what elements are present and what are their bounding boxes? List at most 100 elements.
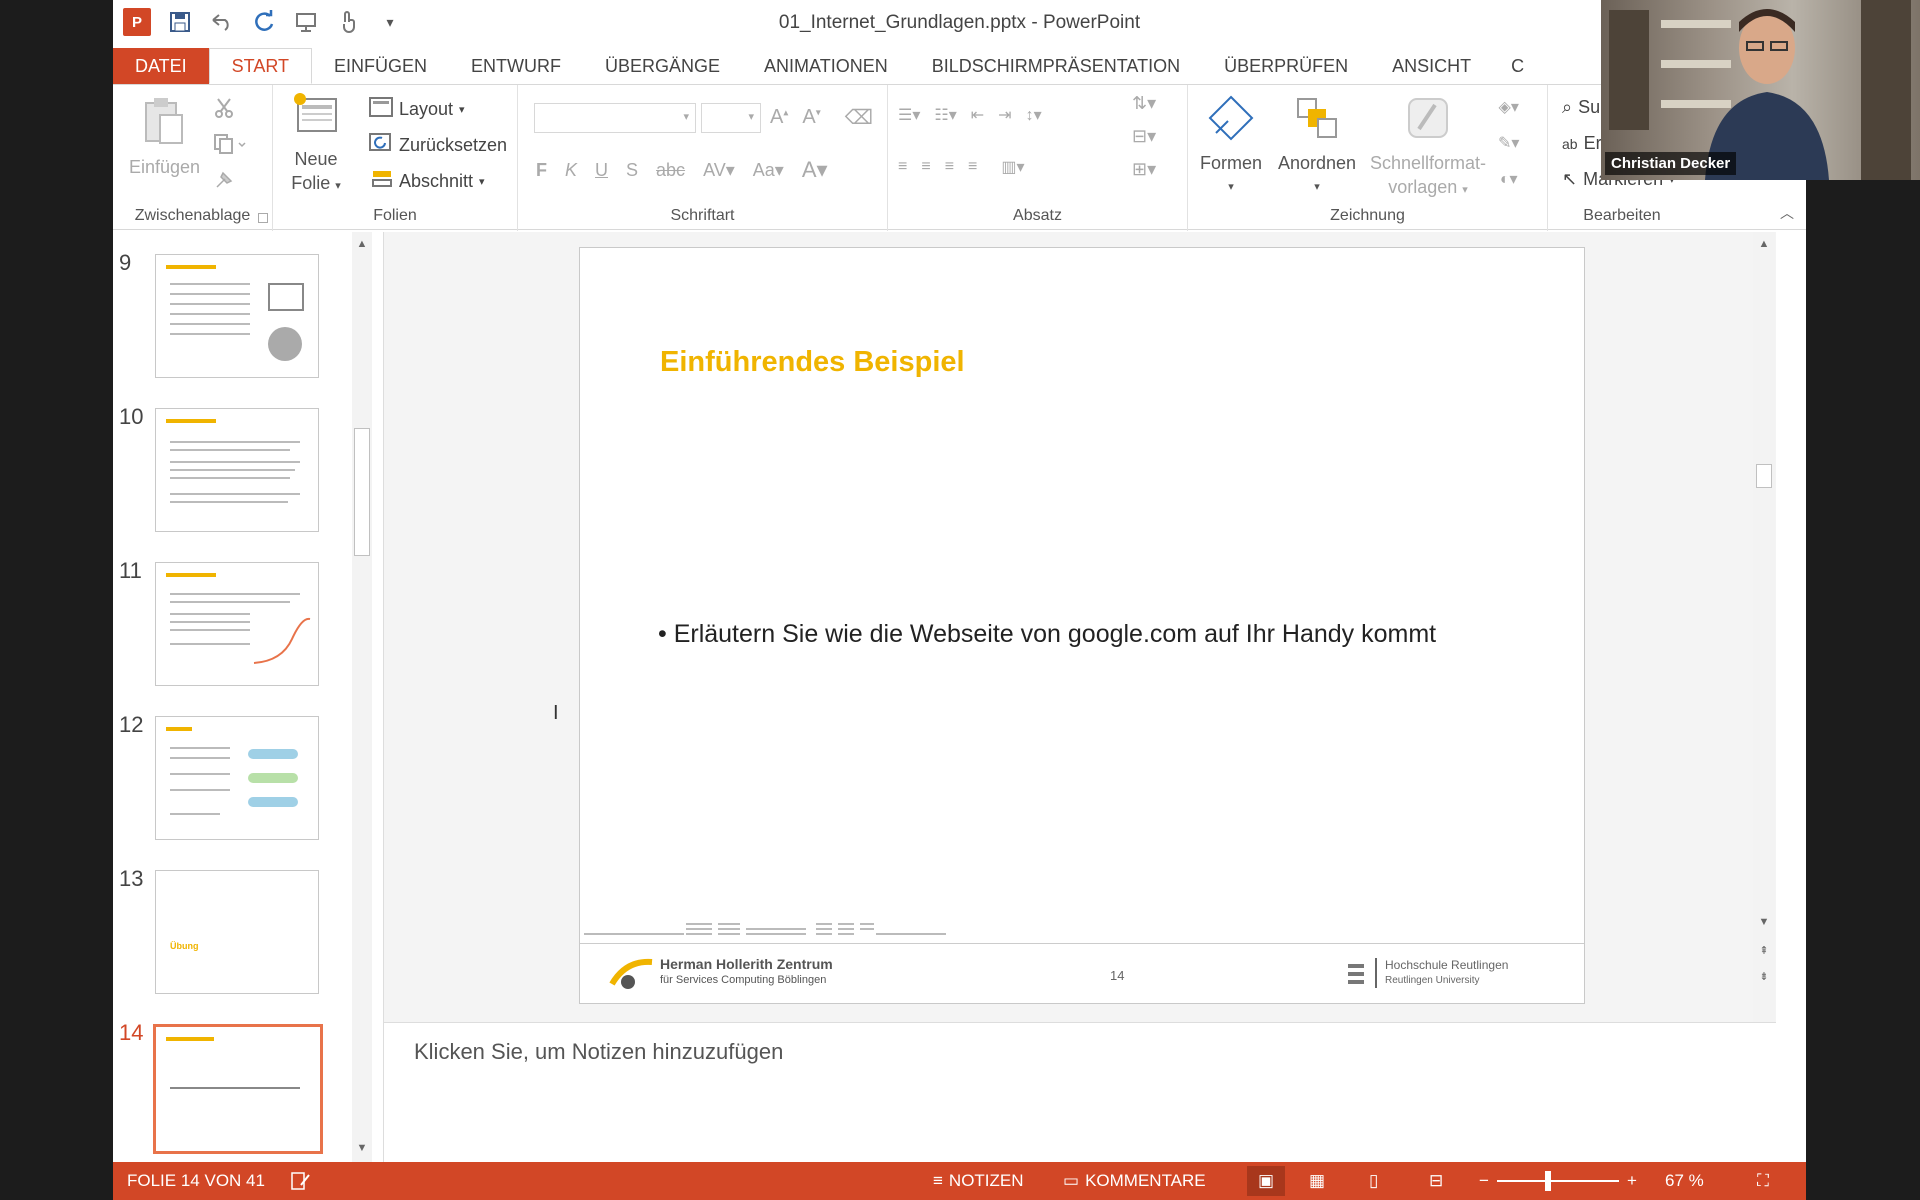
tab-start[interactable]: START [208,48,313,84]
tab-datei[interactable]: DATEI [113,48,209,84]
shapes-button[interactable]: Formen ▾ [1196,95,1266,199]
zoom-slider-thumb[interactable] [1545,1171,1551,1191]
shrink-font-icon[interactable]: A▾ [802,106,820,129]
dialog-launcher-icon[interactable] [258,213,268,223]
notes-toggle-button[interactable]: ≡ NOTIZEN [933,1171,1024,1191]
editor-scroll-up-icon[interactable]: ▲ [1757,238,1771,252]
previous-slide-icon[interactable]: ⇞ [1757,944,1771,958]
smartart-icon[interactable]: ⊞▾ [1132,159,1156,180]
arrange-button[interactable]: Anordnen ▾ [1274,95,1360,199]
tab-einfuegen[interactable]: EINFÜGEN [312,48,449,84]
normal-view-icon: ▣ [1257,1171,1275,1190]
reading-view-button[interactable]: ▯ [1369,1171,1378,1191]
tab-entwurf[interactable]: ENTWURF [449,48,583,84]
thumbnail-slide-14[interactable]: 14 [113,1002,383,1154]
tab-uebergaenge[interactable]: ÜBERGÄNGE [583,48,742,84]
scrollbar-thumb[interactable] [354,428,370,556]
numbering-icon[interactable]: ☷▾ [934,105,956,125]
thumbnail-slide-11[interactable]: 11 [113,540,383,686]
layout-icon [369,97,393,122]
align-left-icon[interactable]: ≡ [898,158,907,176]
spacing-icon[interactable]: AV▾ [703,160,735,181]
grow-font-icon[interactable]: A▴ [770,106,788,129]
cut-button[interactable] [213,97,235,124]
thumbnail-number: 13 [119,866,144,891]
thumbnail-scrollbar[interactable]: ▲ ▼ [352,232,372,1162]
text-direction-icon[interactable]: ⇅▾ [1132,93,1156,114]
decrease-indent-icon[interactable]: ⇤ [971,105,984,125]
slide-bullet-text[interactable]: • Erläutern Sie wie die Webseite von goo… [658,620,1436,649]
slide-sorter-button[interactable]: ▦ [1309,1171,1325,1191]
collapse-ribbon-icon[interactable]: ︿ [1780,203,1794,223]
italic-icon[interactable]: K [565,160,577,181]
shape-fill-icon[interactable]: ◈▾ [1499,97,1519,117]
copy-button[interactable] [213,133,247,160]
font-size-combobox[interactable]: ▾ [701,103,761,133]
next-slide-icon[interactable]: ⇟ [1757,970,1771,984]
zoom-out-button[interactable]: − [1479,1171,1489,1191]
current-slide[interactable]: Einführendes Beispiel • Erläutern Sie wi… [579,247,1585,1004]
zoom-slider[interactable] [1497,1180,1619,1182]
editor-scroll-down-icon[interactable]: ▼ [1757,916,1771,930]
reset-button[interactable]: Zurücksetzen [369,133,507,158]
strikethrough-icon[interactable]: abc [656,160,685,181]
case-icon[interactable]: Aa▾ [753,160,784,181]
thumbnail-slide-9[interactable]: 9 [113,232,383,378]
replace-button[interactable]: ab Er [1562,133,1602,154]
tab-ansicht[interactable]: ANSICHT [1370,48,1493,84]
comments-toggle-button[interactable]: ▭ KOMMENTARE [1063,1171,1206,1191]
slide-count: FOLIE 14 VON 41 [127,1171,265,1191]
slide-title[interactable]: Einführendes Beispiel [660,346,965,379]
thumbnail-slide-13[interactable]: 13 Übung [113,848,383,994]
normal-view-button[interactable]: ▣ [1247,1166,1285,1196]
paste-button[interactable]: Einfügen [129,95,200,179]
shape-effects-icon[interactable]: ◐▾ [1500,169,1518,189]
new-slide-label-2: Folie ▾ [291,173,341,193]
university-logo-icon [1346,960,1366,990]
tab-ueberpruefen[interactable]: ÜBERPRÜFEN [1202,48,1370,84]
slideshow-button[interactable]: ⊟ [1429,1171,1443,1191]
reset-label: Zurücksetzen [399,135,508,155]
line-spacing-icon[interactable]: ↕▾ [1026,105,1042,125]
spelling-icon[interactable] [289,1171,311,1191]
new-slide-button[interactable]: Neue Folie ▾ [281,91,351,198]
bullets-icon[interactable]: ☰▾ [898,105,920,125]
font-name-combobox[interactable]: ▾ [534,103,696,133]
align-right-icon[interactable]: ≡ [945,158,954,176]
slide-footer: Herman Hollerith Zentrum für Services Co… [580,943,1584,1003]
tab-bildschirmpraesentation[interactable]: BILDSCHIRMPRÄSENTATION [910,48,1202,84]
editor-scrollbar-thumb[interactable] [1756,464,1772,488]
layout-button[interactable]: Layout ▾ [369,97,465,122]
shape-outline-icon[interactable]: ✎▾ [1498,133,1519,153]
bold-icon[interactable]: F [536,160,547,181]
scroll-down-icon[interactable]: ▼ [355,1142,369,1156]
group-label-font: Schriftart [670,207,735,224]
align-text-icon[interactable]: ⊟▾ [1132,126,1156,147]
find-button[interactable]: ⌕ Su [1562,97,1600,118]
tab-animationen[interactable]: ANIMATIONEN [742,48,910,84]
clear-format-icon[interactable]: ⌫ [845,105,873,130]
columns-icon[interactable]: ▥▾ [1001,157,1024,177]
format-painter-button[interactable] [213,169,235,196]
quick-styles-button[interactable]: Schnellformat- vorlagen ▾ [1364,95,1492,202]
fit-slide-button[interactable]: ⛶ [1757,1171,1769,1191]
justify-icon[interactable]: ≡ [968,158,977,176]
increase-indent-icon[interactable]: ⇥ [998,105,1011,125]
editor-scrollbar[interactable]: ▲ ▼ ⇞ ⇟ [1753,232,1775,1022]
font-color-icon[interactable]: A▾ [802,157,828,183]
shapes-icon [1196,95,1266,147]
scroll-up-icon[interactable]: ▲ [355,238,369,252]
zoom-in-button[interactable]: + [1627,1171,1637,1191]
shadow-icon[interactable]: S [626,160,638,181]
align-center-icon[interactable]: ≡ [921,158,930,176]
notes-pane[interactable]: Klicken Sie, um Notizen hinzuzufügen [383,1022,1776,1162]
thumbnail-number: 11 [119,558,142,583]
zoom-level[interactable]: 67 % [1665,1171,1704,1191]
tab-cut-off[interactable]: C [1493,48,1546,84]
zoom-out-icon: − [1479,1171,1489,1190]
thumbnail-slide-10[interactable]: 10 [113,386,383,532]
notes-placeholder[interactable]: Klicken Sie, um Notizen hinzuzufügen [414,1039,783,1065]
underline-icon[interactable]: U [595,160,608,181]
thumbnail-slide-12[interactable]: 12 [113,694,383,840]
section-button[interactable]: Abschnitt ▾ [369,169,485,194]
